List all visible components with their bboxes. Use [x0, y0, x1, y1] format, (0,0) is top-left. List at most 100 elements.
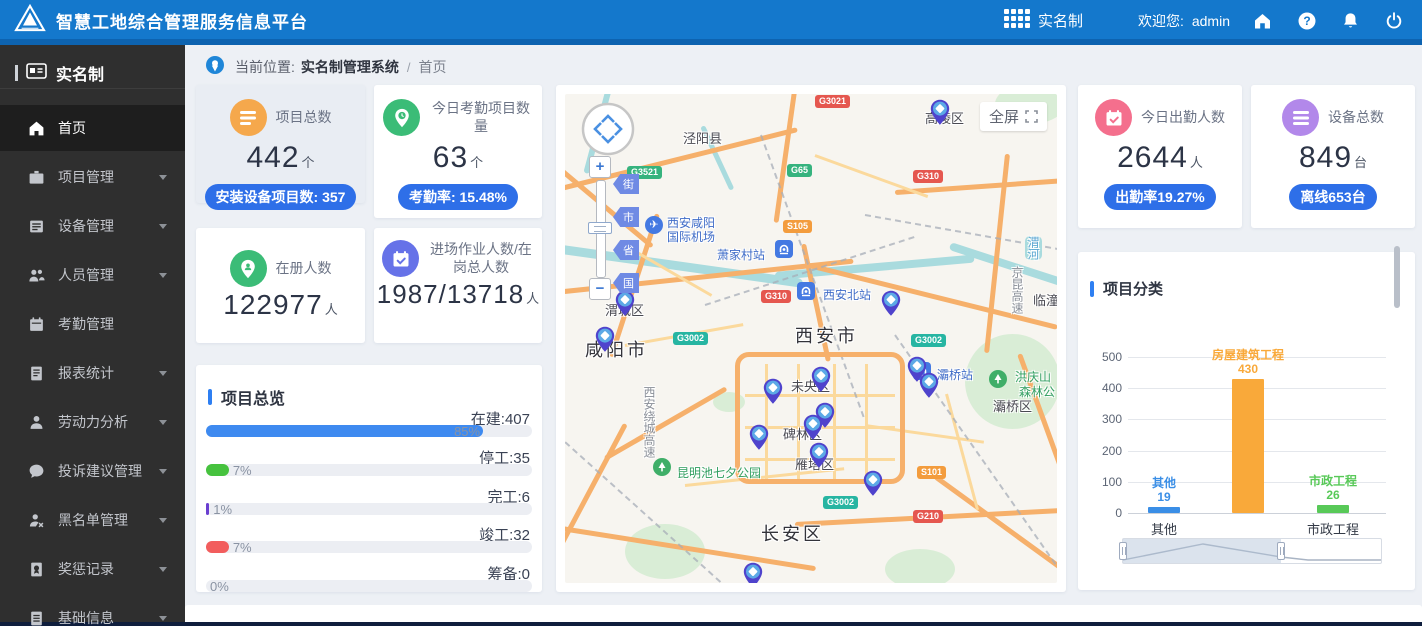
stat-value: 1987/13718	[376, 279, 525, 309]
attendance-icon	[28, 316, 45, 333]
zoom-in-button[interactable]: +	[589, 156, 611, 178]
bell-icon[interactable]	[1341, 11, 1360, 31]
sidebar-item-people[interactable]: 人员管理	[0, 252, 185, 298]
info-icon	[28, 610, 45, 626]
sidebar-item-home[interactable]: 首页	[0, 105, 185, 151]
fullscreen-button[interactable]: 全屏	[979, 102, 1047, 131]
sidebar-item-report[interactable]: 报表统计	[0, 350, 185, 396]
sidebar-item-project[interactable]: 项目管理	[0, 154, 185, 200]
progress-fill	[206, 463, 229, 476]
road-number-badge: S101	[917, 466, 947, 479]
map-poi-station-icon[interactable]	[797, 282, 815, 300]
sidebar-item-labor[interactable]: 劳动力分析	[0, 399, 185, 445]
logo-icon	[14, 3, 46, 37]
project-list-icon	[229, 99, 267, 136]
map-poi-station-icon[interactable]	[775, 240, 793, 258]
breadcrumb-current-link[interactable]: 首页	[419, 57, 447, 77]
map-project-marker[interactable]	[811, 366, 831, 398]
chart-bar-1	[1148, 507, 1180, 513]
map-project-marker[interactable]	[763, 378, 783, 410]
chevron-down-icon	[159, 518, 167, 523]
stat-card-onsite-workers: 进场作业人数/在岗总人数 1987/13718 人	[374, 228, 542, 343]
map-canvas[interactable]: 泾阳县高陵区临潼区渭城区咸阳市西安市未央区碑林区灞桥区雁塔区长安区西安北站萧家村…	[565, 94, 1057, 583]
map-label: 西安市	[795, 326, 858, 346]
app-switcher-button[interactable]: 实名制	[1003, 9, 1083, 32]
sidebar-item-label: 基础信息	[58, 610, 114, 626]
map-project-marker[interactable]	[930, 99, 950, 131]
stat-unit: 个	[470, 155, 484, 170]
map-poi-park-icon[interactable]	[653, 458, 671, 476]
road-number-badge: S105	[783, 220, 813, 233]
map-green-area	[885, 549, 955, 583]
zoom-slider-handle[interactable]	[588, 222, 612, 234]
stat-card-device-total: 设备总数 849 台 离线653台	[1251, 85, 1415, 228]
location-icon	[205, 55, 225, 80]
sidebar-item-complaint[interactable]: 投诉建议管理	[0, 448, 185, 494]
y-axis-tick: 500	[1101, 350, 1122, 364]
y-axis-tick: 300	[1101, 412, 1122, 427]
map-project-marker[interactable]	[863, 470, 883, 502]
map-project-marker[interactable]	[809, 442, 829, 474]
map-project-marker[interactable]	[749, 424, 769, 456]
progress-percent: 7%	[232, 540, 252, 556]
vertical-scrollbar[interactable]	[1394, 246, 1400, 308]
stat-badge: 离线653台	[1289, 184, 1377, 210]
datazoom-selected-range[interactable]	[1123, 539, 1281, 563]
sidebar-item-info[interactable]: 基础信息	[0, 595, 185, 626]
power-icon[interactable]	[1384, 11, 1404, 31]
sidebar-item-reward[interactable]: 奖惩记录	[0, 546, 185, 592]
stat-value: 122977	[223, 289, 323, 320]
sidebar-item-attendance[interactable]: 考勤管理	[0, 301, 185, 347]
project-icon	[28, 169, 45, 186]
progress-track: 7%	[206, 463, 532, 478]
chart-bar-2	[1232, 378, 1264, 513]
calendar-check-icon	[382, 240, 419, 277]
map-poi-park-icon[interactable]	[989, 370, 1007, 388]
chevron-down-icon	[159, 273, 167, 278]
chevron-down-icon	[159, 567, 167, 572]
stat-badge: 考勤率: 15.48%	[397, 184, 519, 210]
map-project-marker[interactable]	[881, 290, 901, 322]
stat-label: 项目总数	[275, 108, 332, 125]
bar-value-label: 其他 19	[1151, 476, 1176, 504]
zoom-out-button[interactable]: −	[589, 278, 611, 300]
map-label: 西安绕城高速	[642, 386, 656, 458]
sidebar-item-label: 考勤管理	[58, 316, 114, 332]
divider	[0, 88, 185, 89]
fullscreen-label: 全屏	[988, 109, 1019, 126]
gridline	[1128, 513, 1386, 514]
app-root: 智慧工地综合管理服务信息平台 实名制 欢迎您: admin ? 实名制 首页 项目…	[0, 0, 1422, 626]
road-number-badge: G65	[787, 164, 813, 177]
datazoom-slider[interactable]	[1119, 538, 1382, 564]
report-icon	[28, 365, 45, 382]
sidebar-item-label: 奖惩记录	[58, 561, 114, 577]
x-axis-label: 市政工程	[1306, 522, 1359, 537]
map-compass-control[interactable]	[581, 102, 635, 156]
home-icon[interactable]	[1252, 11, 1273, 31]
map-panel: 泾阳县高陵区临潼区渭城区咸阳市西安市未央区碑林区灞桥区雁塔区长安区西安北站萧家村…	[556, 85, 1066, 592]
map-label: 长安区	[761, 524, 824, 544]
stat-badge: 出勤率19.27%	[1104, 184, 1216, 210]
datazoom-left-handle[interactable]	[1119, 542, 1127, 560]
map-project-marker[interactable]	[595, 326, 615, 358]
breadcrumb-root-link[interactable]: 实名制管理系统	[301, 57, 399, 77]
progress-track: 7%	[206, 540, 532, 556]
sidebar-item-device[interactable]: 设备管理	[0, 203, 185, 249]
road-number-badge: G3021	[815, 95, 851, 108]
stat-label: 设备总数	[1328, 108, 1384, 125]
datazoom-right-handle[interactable]	[1277, 542, 1285, 560]
map-label: 昆明池七夕公园	[677, 466, 762, 480]
map-poi-air-icon[interactable]: ✈	[645, 216, 663, 234]
sidebar-item-blacklist[interactable]: 黑名单管理	[0, 497, 185, 543]
help-icon[interactable]: ?	[1297, 11, 1317, 31]
map-project-marker[interactable]	[743, 562, 763, 583]
labor-icon	[28, 414, 45, 431]
map-project-marker[interactable]	[919, 372, 939, 404]
map-label: 灞桥站	[937, 368, 974, 382]
zoom-level-2[interactable]: 市	[613, 207, 639, 227]
map-project-marker[interactable]	[615, 290, 635, 322]
map-label: 萧家村站	[717, 248, 766, 262]
chevron-down-icon	[159, 420, 167, 425]
calendar-check-icon	[1095, 99, 1132, 136]
username[interactable]: admin	[1192, 13, 1230, 29]
